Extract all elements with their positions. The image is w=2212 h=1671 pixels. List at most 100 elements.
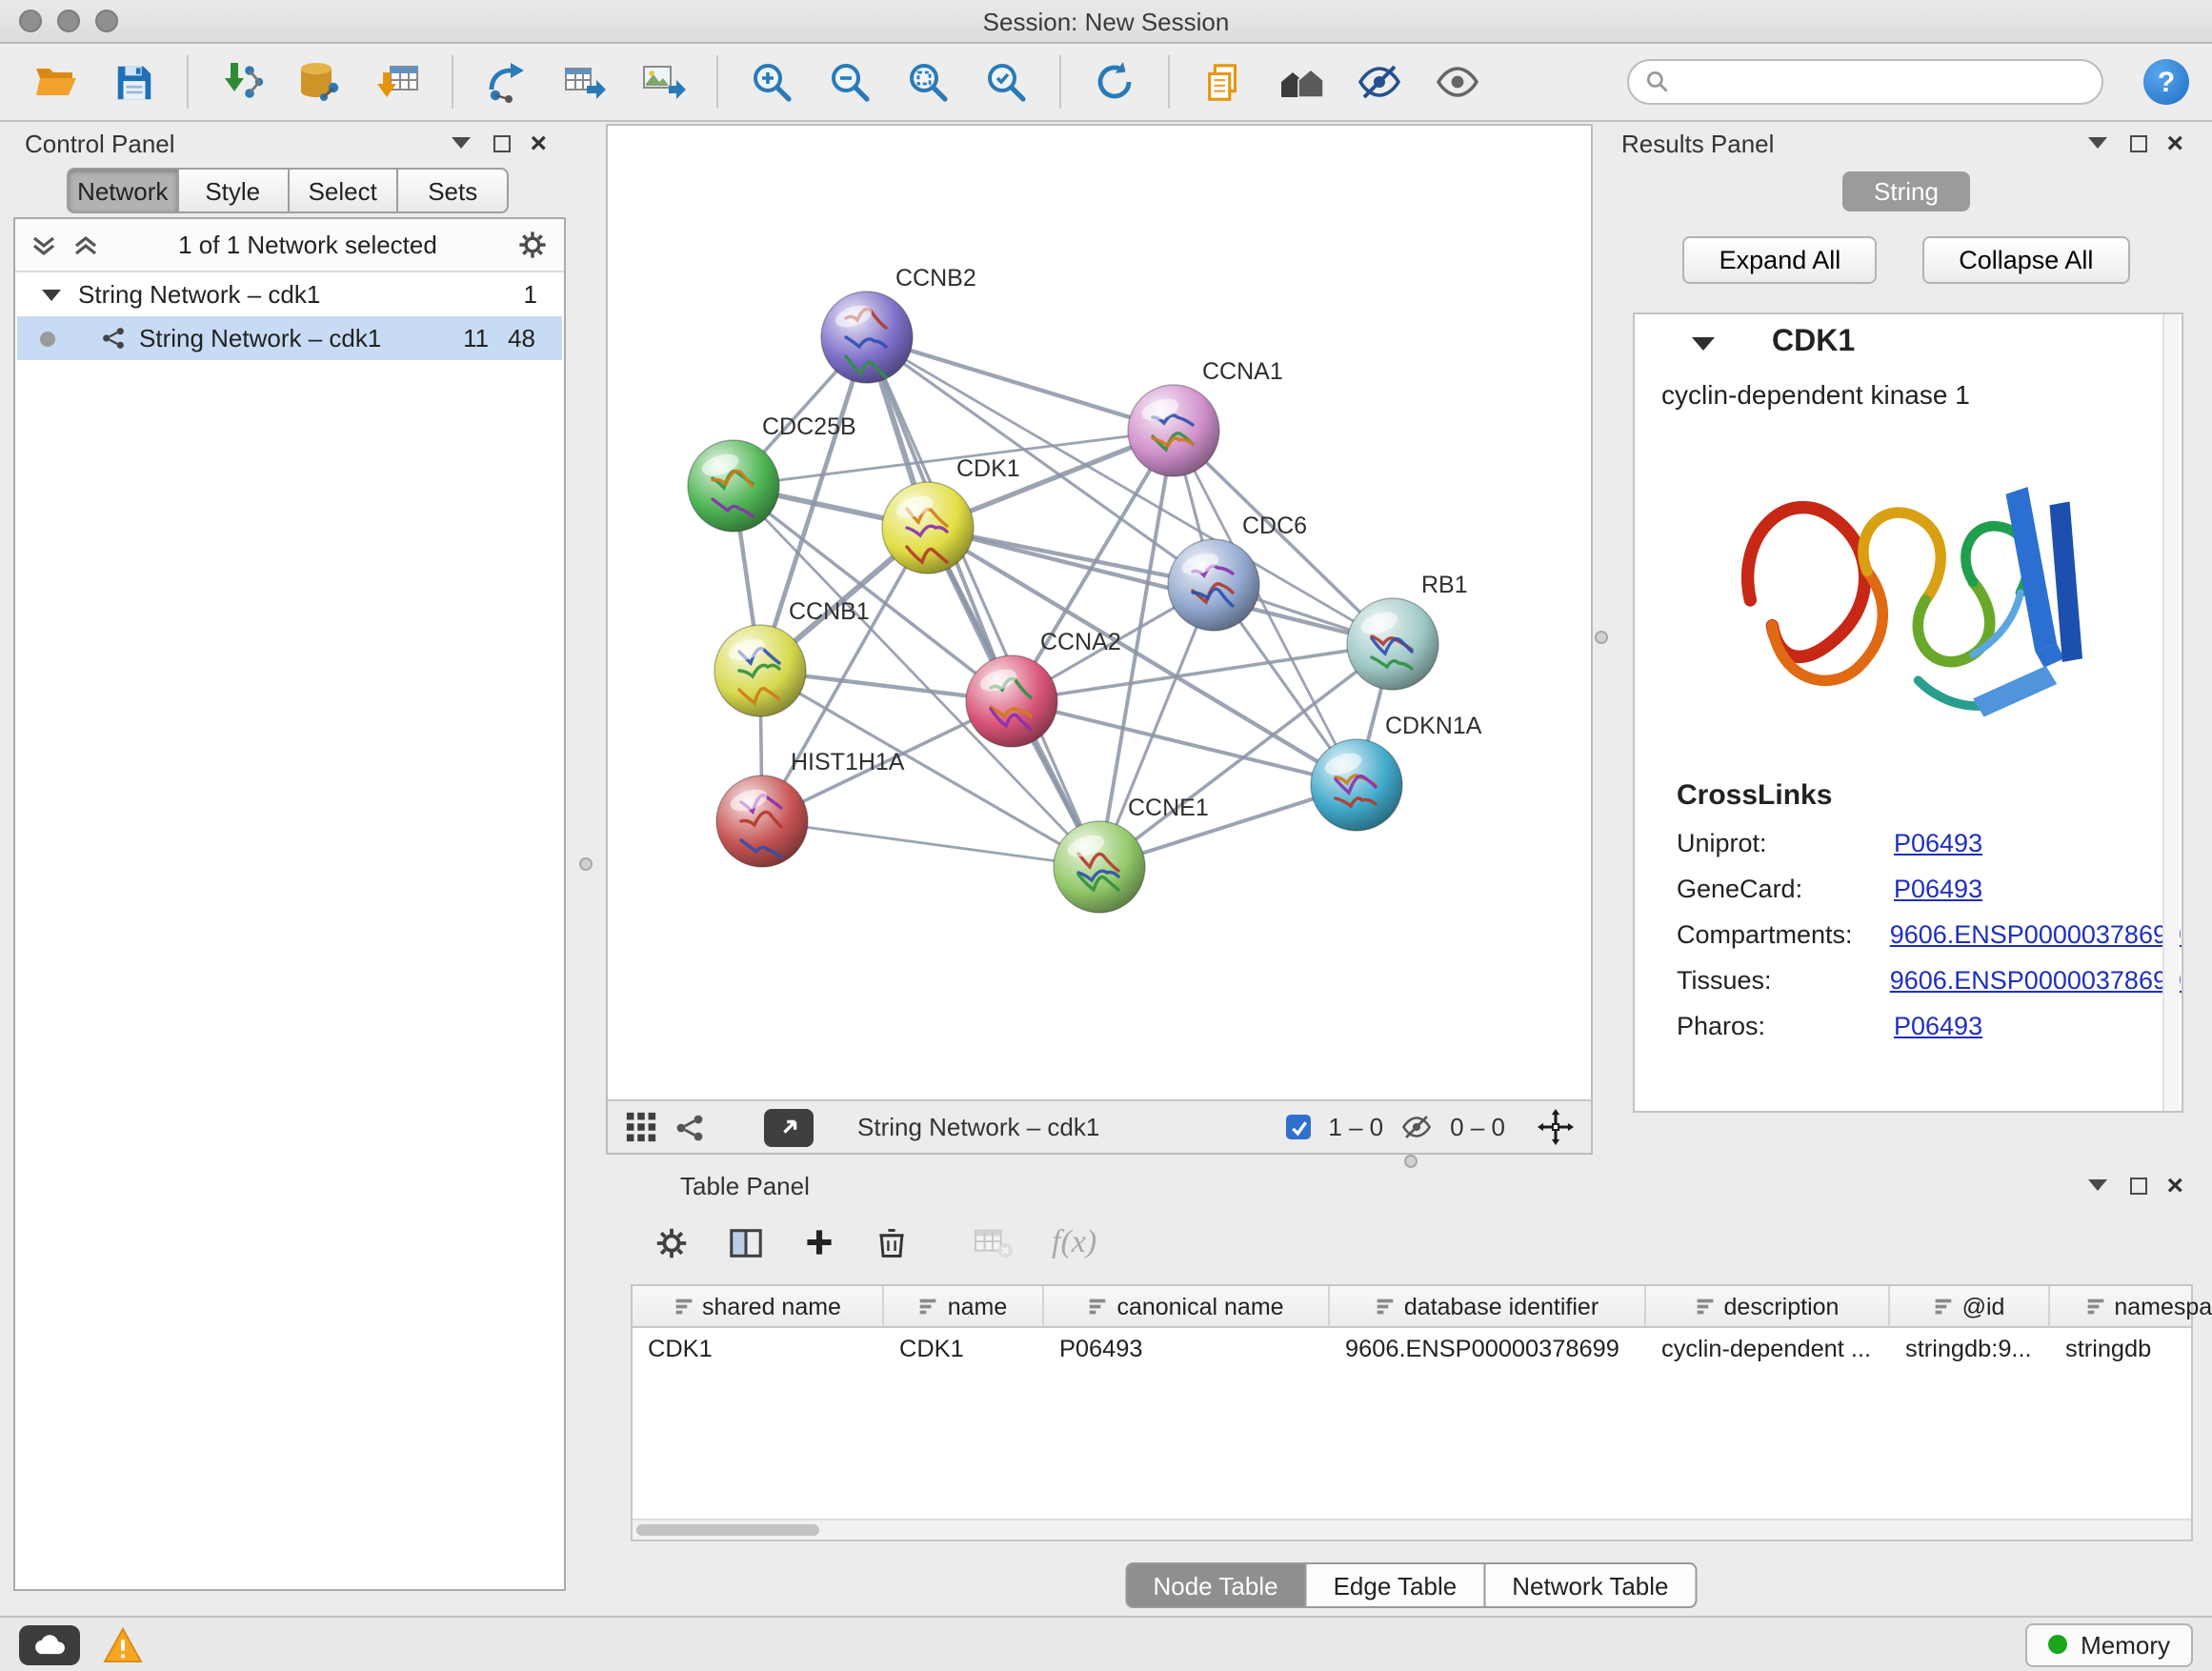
cell-id[interactable]: stringdb:9... [1890, 1335, 2050, 1361]
network-node-cdkn1a[interactable]: CDKN1A [1311, 713, 1482, 831]
crosslink-compartments-link[interactable]: 9606.ENSP00000378699 [1890, 920, 2182, 949]
cloud-icon [30, 1632, 69, 1657]
network-options-gear-icon[interactable] [516, 229, 549, 261]
fit-crosshair-icon[interactable] [1538, 1109, 1574, 1145]
right-splitter-handle[interactable] [1595, 631, 1608, 644]
column-header-name[interactable]: name [884, 1286, 1044, 1326]
show-all-button[interactable] [1425, 51, 1490, 112]
results-panel-menu-icon[interactable] [2088, 137, 2107, 149]
documentation-button[interactable] [1191, 51, 1256, 112]
network-node-hist1h1a[interactable]: HIST1H1A [716, 749, 905, 867]
function-builder-icon-disabled: f(x) [1052, 1223, 1096, 1261]
search-input[interactable] [1680, 67, 2086, 97]
column-header-id[interactable]: @id [1890, 1286, 2050, 1326]
cell-description[interactable]: cyclin-dependent ... [1646, 1335, 1890, 1361]
zoom-out-button[interactable] [817, 51, 882, 112]
cell-name[interactable]: CDK1 [884, 1335, 1044, 1361]
apply-layout-button[interactable] [1082, 51, 1147, 112]
selected-checkbox-icon[interactable] [1286, 1115, 1311, 1139]
tab-node-table[interactable]: Node Table [1124, 1562, 1306, 1608]
zoom-in-button[interactable] [739, 51, 804, 112]
network-node-cdc6[interactable]: CDC6 [1168, 513, 1307, 631]
expand-all-button[interactable]: Expand All [1683, 236, 1878, 284]
cell-shared-name[interactable]: CDK1 [633, 1335, 884, 1361]
network-edge[interactable] [867, 337, 1174, 431]
delete-trash-icon[interactable] [875, 1225, 909, 1259]
table-row[interactable]: CDK1 CDK1 P06493 9606.ENSP00000378699 cy… [633, 1328, 2191, 1368]
network-canvas[interactable]: CCNB2CCNA1CDC25BCDK1CDC6RB1CCNB1CCNA2CDK… [608, 126, 1591, 1099]
import-table-file-button[interactable] [366, 51, 431, 112]
bottom-splitter-handle[interactable] [1404, 1155, 1418, 1168]
network-node-ccna1[interactable]: CCNA1 [1128, 358, 1283, 476]
results-scrollbar[interactable] [2162, 314, 2180, 1111]
tab-sets[interactable]: Sets [397, 168, 510, 213]
scrollbar-thumb[interactable] [636, 1524, 819, 1536]
gene-card-header[interactable]: CDK1 [1635, 314, 2182, 372]
crosslink-pharos-link[interactable]: P06493 [1894, 1012, 1982, 1040]
memory-button[interactable]: Memory [2025, 1622, 2193, 1666]
table-toolbar: f(x) [654, 1219, 2202, 1265]
collapse-all-button[interactable]: Collapse All [1922, 236, 2129, 284]
help-button[interactable]: ? [2143, 59, 2189, 105]
table-settings-gear-icon[interactable] [654, 1224, 690, 1260]
import-network-database-button[interactable] [288, 51, 352, 112]
export-image-button[interactable] [631, 51, 695, 112]
results-panel-float-icon[interactable] [2130, 134, 2147, 151]
gene-collapse-caret-icon[interactable] [1692, 336, 1715, 350]
control-panel-menu-icon[interactable] [452, 137, 471, 149]
results-panel-close-icon[interactable]: × [2166, 129, 2183, 157]
expand-all-tree-icon[interactable] [30, 232, 57, 258]
column-header-description[interactable]: description [1646, 1286, 1890, 1326]
zoom-selected-button[interactable] [974, 51, 1038, 112]
table-panel-close-icon[interactable]: × [2166, 1171, 2183, 1199]
cell-database-identifier[interactable]: 9606.ENSP00000378699 [1330, 1335, 1646, 1361]
network-node-ccnb1[interactable]: CCNB1 [714, 598, 870, 716]
view-share-icon[interactable] [674, 1112, 705, 1142]
warnings-button[interactable] [103, 1626, 143, 1662]
crosslink-genecard-link[interactable]: P06493 [1894, 875, 1982, 903]
import-network-file-button[interactable] [210, 51, 274, 112]
column-header-canonical-name[interactable]: canonical name [1044, 1286, 1330, 1326]
hide-selected-button[interactable] [1347, 51, 1412, 112]
network-edge[interactable] [867, 337, 1099, 867]
control-panel-close-icon[interactable]: × [530, 129, 547, 157]
protein-structure-image [1691, 425, 2125, 772]
control-panel-float-icon[interactable] [493, 134, 511, 151]
tab-network[interactable]: Network [67, 168, 179, 213]
tab-select[interactable]: Select [287, 168, 399, 213]
column-header-database-identifier[interactable]: database identifier [1330, 1286, 1646, 1326]
view-grid-icon[interactable] [625, 1111, 657, 1143]
network-edge[interactable] [762, 821, 1099, 867]
table-horizontal-scrollbar[interactable] [633, 1519, 2191, 1540]
save-session-button[interactable] [101, 51, 166, 112]
column-header-shared-name[interactable]: shared name [633, 1286, 884, 1326]
collapse-all-tree-icon[interactable] [72, 232, 99, 258]
network-node-rb1[interactable]: RB1 [1347, 572, 1468, 690]
network-row-selected[interactable]: String Network – cdk1 11 48 [17, 316, 562, 360]
cell-canonical-name[interactable]: P06493 [1044, 1335, 1330, 1361]
left-splitter-handle[interactable] [579, 857, 593, 871]
new-network-from-selection-button[interactable] [474, 51, 539, 112]
collection-caret-icon[interactable] [42, 289, 61, 300]
table-panel-float-icon[interactable] [2130, 1177, 2147, 1194]
network-collection-row[interactable]: String Network – cdk1 1 [15, 272, 564, 316]
home-button[interactable] [1269, 51, 1334, 112]
add-column-plus-icon[interactable] [802, 1225, 836, 1259]
string-tab-badge[interactable]: String [1841, 171, 1971, 211]
open-session-button[interactable] [23, 51, 88, 112]
export-table-button[interactable] [553, 51, 617, 112]
cell-namespace[interactable]: stringdb [2050, 1335, 2212, 1361]
network-node-cdk1[interactable]: CDK1 [882, 455, 1020, 574]
crosslink-uniprot-link[interactable]: P06493 [1894, 829, 1982, 857]
crosslink-tissues-link[interactable]: 9606.ENSP00000378699 [1890, 966, 2182, 995]
tab-style[interactable]: Style [177, 168, 290, 213]
export-view-button[interactable] [764, 1108, 814, 1146]
search-box[interactable] [1627, 59, 2103, 105]
table-panel-menu-icon[interactable] [2088, 1179, 2107, 1191]
zoom-fit-button[interactable] [895, 51, 960, 112]
show-columns-icon[interactable] [728, 1224, 764, 1260]
column-header-namespace[interactable]: namespac [2050, 1286, 2212, 1326]
tab-edge-table[interactable]: Edge Table [1305, 1562, 1486, 1608]
cloud-sync-button[interactable] [19, 1624, 80, 1664]
tab-network-table[interactable]: Network Table [1483, 1562, 1697, 1608]
